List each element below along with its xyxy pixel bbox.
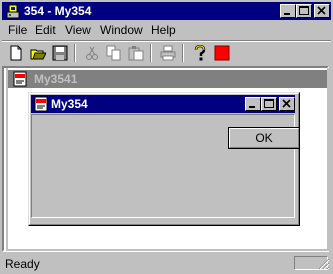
application-window: 354 - My354 File Edit View Window Help M… (0, 0, 333, 274)
status-bar: Ready (2, 254, 331, 272)
ok-button-label: OK (229, 128, 299, 148)
status-text: Ready (5, 257, 40, 271)
dialog-body: OK (31, 114, 300, 218)
print-icon[interactable] (158, 43, 178, 63)
minimize-button[interactable] (280, 4, 296, 18)
title-bar[interactable]: 354 - My354 (2, 2, 331, 20)
save-icon[interactable] (50, 43, 70, 63)
menu-edit[interactable]: Edit (35, 23, 56, 37)
toolbar-separator (182, 44, 184, 62)
toolbar-separator (74, 44, 76, 62)
open-icon[interactable] (28, 43, 48, 63)
toolbar-divider (2, 40, 331, 42)
menu-file[interactable]: File (8, 23, 27, 37)
new-icon[interactable] (6, 43, 26, 63)
child-window-title-bar[interactable]: My3541 (8, 70, 327, 88)
ok-button[interactable]: OK (228, 127, 300, 149)
child-window-title: My3541 (34, 72, 78, 86)
cut-icon[interactable] (82, 43, 102, 63)
dialog-window[interactable]: My354 OK (28, 92, 300, 226)
stop-icon[interactable] (212, 43, 232, 63)
menu-view[interactable]: View (65, 23, 91, 37)
document-icon[interactable] (33, 96, 49, 112)
help-icon[interactable] (190, 43, 210, 63)
document-icon[interactable] (12, 71, 28, 87)
menu-bar: File Edit View Window Help (2, 21, 331, 39)
menu-help[interactable]: Help (151, 23, 176, 37)
close-button[interactable] (279, 97, 295, 111)
window-title: 354 - My354 (24, 4, 92, 18)
dialog-title-bar[interactable]: My354 (31, 95, 295, 113)
toolbar-separator (150, 44, 152, 62)
maximize-button[interactable] (296, 4, 312, 18)
maximize-button[interactable] (261, 97, 277, 111)
app-icon[interactable] (5, 3, 21, 19)
copy-icon[interactable] (104, 43, 124, 63)
close-button[interactable] (314, 4, 330, 18)
resize-grip-icon[interactable] (318, 258, 330, 270)
toolbar (2, 40, 331, 64)
minimize-button[interactable] (245, 97, 261, 111)
paste-icon[interactable] (126, 43, 146, 63)
dialog-title: My354 (51, 97, 88, 111)
menu-window[interactable]: Window (100, 23, 143, 37)
